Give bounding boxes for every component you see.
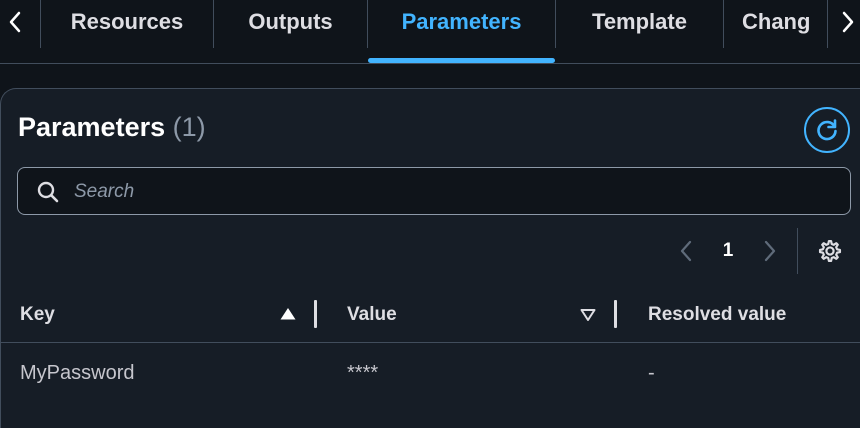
column-header-resolved-value[interactable]: Resolved value	[648, 300, 786, 330]
previous-page-button[interactable]	[674, 238, 698, 264]
current-page-number[interactable]: 1	[718, 238, 738, 264]
refresh-button[interactable]	[804, 107, 850, 153]
cell-value: ****	[347, 361, 379, 384]
tab-label: Parameters	[401, 9, 522, 34]
tab-changesets[interactable]: Chang	[742, 0, 826, 44]
tab-label: Resources	[70, 9, 184, 34]
pagination-divider	[797, 228, 798, 274]
tab-divider	[827, 0, 828, 48]
active-tab-indicator	[368, 58, 555, 63]
column-header-key[interactable]: Key	[20, 300, 55, 330]
refresh-icon	[817, 119, 837, 141]
search-icon	[37, 181, 59, 203]
tab-parameters[interactable]: Parameters	[368, 0, 555, 44]
tab-divider	[723, 0, 724, 48]
chevron-left-icon	[9, 11, 21, 33]
column-resizer[interactable]	[614, 300, 617, 328]
tab-label: Chang	[742, 9, 811, 34]
tab-resources[interactable]: Resources	[41, 0, 213, 44]
table-header-divider	[0, 342, 860, 343]
tab-label: Outputs	[248, 9, 333, 34]
panel-title-text: Parameters	[18, 112, 166, 142]
tab-outputs[interactable]: Outputs	[214, 0, 367, 44]
chevron-left-icon	[680, 240, 692, 262]
cell-resolved-value: -	[648, 361, 655, 384]
table-preferences-button[interactable]	[816, 237, 844, 265]
sort-descending-icon[interactable]	[578, 304, 598, 324]
tab-template[interactable]: Template	[556, 0, 723, 44]
search-field	[17, 167, 851, 215]
page-title: Parameters (1)	[18, 112, 206, 143]
tab-bar: Resources Outputs Parameters Template Ch…	[0, 0, 860, 64]
tab-scroll-left-button[interactable]	[0, 0, 30, 44]
sort-ascending-icon[interactable]	[278, 304, 298, 324]
tab-label: Template	[592, 9, 687, 34]
tab-scroll-right-button[interactable]	[836, 0, 860, 44]
gear-icon	[818, 239, 842, 263]
next-page-button[interactable]	[758, 238, 782, 264]
column-resizer[interactable]	[314, 300, 317, 328]
column-header-value[interactable]: Value	[347, 300, 397, 330]
chevron-right-icon	[842, 11, 854, 33]
parameter-count: (1)	[172, 112, 206, 142]
chevron-right-icon	[764, 240, 776, 262]
cell-key: MyPassword	[20, 361, 135, 384]
search-input[interactable]	[72, 176, 836, 208]
